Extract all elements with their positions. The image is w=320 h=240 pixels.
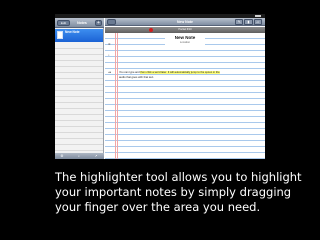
note-thumbnail-icon — [57, 31, 63, 39]
note-text-highlighted: then click a word later. It will automat… — [140, 71, 220, 74]
note-location[interactable]: Location — [165, 41, 205, 45]
note-text-plain: You can type and — [119, 71, 141, 74]
highlighter-icon[interactable]: ▮ — [244, 19, 253, 25]
notes-list-bottom-bar: ⚙ ⌕ ↗ — [55, 153, 104, 159]
note-body[interactable]: You can type and then click a word later… — [119, 70, 259, 80]
back-button[interactable] — [107, 19, 116, 25]
notes-list-toolbar: Edit Notes + — [55, 18, 104, 28]
settings-icon[interactable]: ⚙ — [59, 154, 65, 158]
note-toolbar: New Note ✎ ▮ ▱ — [105, 18, 265, 26]
note-paper[interactable] — [105, 33, 265, 159]
margin-line-secondary — [117, 33, 118, 159]
list-item-selected-note[interactable]: New Note — [55, 29, 103, 42]
margin-line — [115, 33, 116, 159]
record-button[interactable] — [149, 28, 153, 32]
drawing-tools: ✎ ▮ ▱ — [235, 19, 262, 25]
note-detail-pane: New Note ✎ ▮ ▱ Pocket 6/10 New Note Loca… — [105, 18, 265, 159]
empty-list-rows — [55, 43, 103, 151]
attachment-icon[interactable]: ⊕ — [108, 42, 111, 46]
pen-icon[interactable]: ✎ — [235, 19, 244, 25]
eraser-icon[interactable]: ▱ — [253, 19, 262, 25]
notes-list-title: Notes — [77, 21, 87, 25]
search-icon[interactable]: ⌕ — [76, 154, 82, 158]
battery-icon — [255, 15, 261, 17]
audio-icon[interactable]: ♪ — [108, 53, 110, 57]
note-toolbar-title: New Note — [177, 20, 193, 24]
app-screenshot: Edit Notes + New Note ⚙ ⌕ ↗ New Note ✎ ▮… — [55, 14, 265, 159]
share-icon[interactable]: ↗ — [93, 154, 99, 158]
note-item-title: New Note — [65, 30, 80, 34]
add-note-button[interactable]: + — [95, 20, 102, 26]
edit-button[interactable]: Edit — [57, 20, 70, 26]
note-text-line2: audio that goes with that text. — [119, 76, 154, 79]
notes-list-pane: Edit Notes + New Note ⚙ ⌕ ↗ — [55, 18, 104, 159]
caption-text: The highlighter tool allows you to highl… — [55, 170, 302, 214]
audio-link-icon[interactable]: ◂◂ — [108, 70, 111, 74]
